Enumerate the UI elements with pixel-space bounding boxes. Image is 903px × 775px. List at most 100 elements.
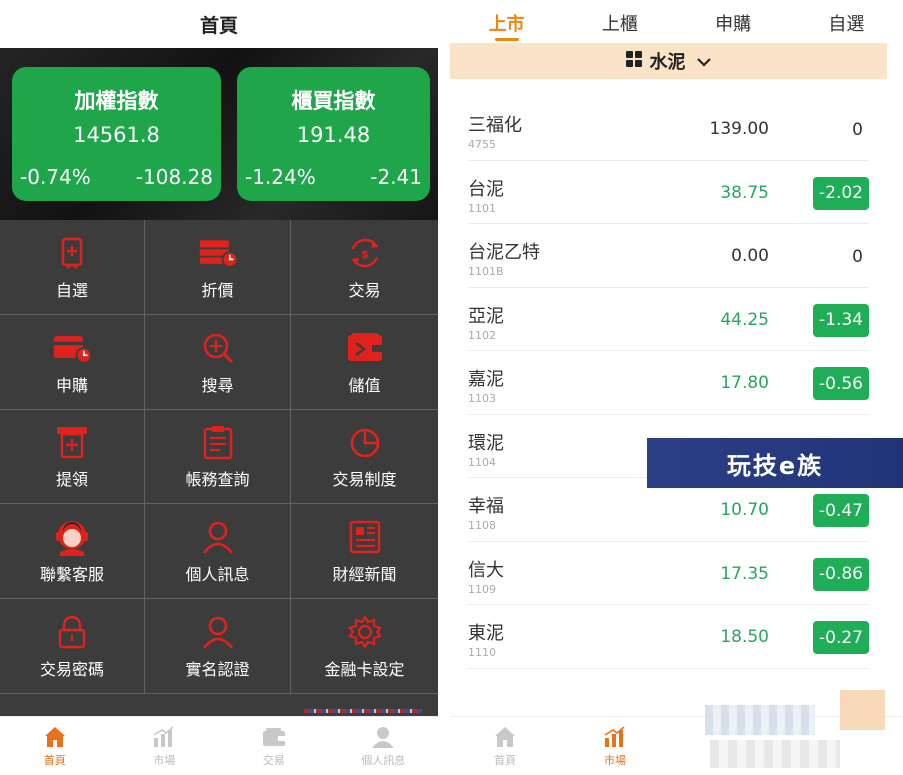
tab-otc[interactable]: 上櫃 bbox=[563, 0, 676, 43]
stock-row[interactable]: 信大 1109 17.35 -0.86 bbox=[468, 542, 869, 605]
stock-price: 17.35 bbox=[720, 563, 769, 584]
menu-item-favorites[interactable]: 自選 bbox=[0, 220, 145, 315]
stock-change-badge: -0.56 bbox=[813, 367, 869, 400]
stock-name: 幸福 bbox=[468, 496, 504, 517]
bar-chart-icon bbox=[151, 724, 177, 750]
menu-item-label: 交易制度 bbox=[332, 470, 397, 490]
menu-item-profile[interactable]: 個人訊息 bbox=[145, 504, 291, 600]
tab-label: 個人訊息 bbox=[361, 754, 406, 767]
menu-item-support[interactable]: 聯繫客服 bbox=[0, 504, 145, 600]
index-card-otc[interactable]: 櫃買指數 191.48 -1.24% -2.41 bbox=[237, 67, 430, 201]
tab-home[interactable]: 首頁 bbox=[0, 717, 110, 775]
stock-change-badge: -0.27 bbox=[813, 621, 869, 654]
ticker-strip bbox=[304, 709, 422, 713]
stock-name: 嘉泥 bbox=[468, 369, 504, 390]
stock-list: 三福化 4755 139.00 0 台泥 1101 38.75 -2.02 台泥乙特 1101B 0… bbox=[468, 97, 869, 669]
menu-item-trade[interactable]: $ 交易 bbox=[291, 220, 438, 315]
menu-item-deposit[interactable]: 儲值 bbox=[291, 315, 438, 410]
tab-home[interactable]: 首頁 bbox=[450, 717, 560, 775]
card-clock-icon bbox=[198, 233, 238, 273]
menu-item-news[interactable]: 財經新聞 bbox=[291, 504, 438, 600]
tab-label: 首頁 bbox=[43, 754, 66, 767]
menu-item-card-settings[interactable]: 金融卡設定 bbox=[291, 599, 438, 694]
menu-item-trade-password[interactable]: 交易密碼 bbox=[0, 599, 145, 694]
wallet-icon bbox=[345, 328, 385, 368]
menu-item-account-query[interactable]: 帳務查詢 bbox=[145, 409, 291, 505]
stock-change-badge: 0 bbox=[852, 119, 863, 140]
tab-profile[interactable]: 個人訊息 bbox=[329, 717, 439, 775]
tab-listed[interactable]: 上市 bbox=[450, 0, 563, 43]
headset-icon bbox=[52, 517, 92, 557]
user-icon bbox=[198, 517, 238, 557]
tab-trade[interactable]: 交易 bbox=[219, 717, 329, 775]
tab-market[interactable]: 市場 bbox=[560, 717, 670, 775]
stock-row[interactable]: 台泥乙特 1101B 0.00 0 bbox=[468, 224, 869, 288]
stock-code: 1108 bbox=[468, 519, 496, 532]
menu-item-subscribe[interactable]: 申購 bbox=[0, 314, 145, 410]
stock-row[interactable]: 台泥 1101 38.75 -2.02 bbox=[468, 161, 869, 224]
menu-item-label: 申購 bbox=[55, 375, 88, 395]
stock-code: 1101B bbox=[468, 265, 504, 278]
category-label: 水泥 bbox=[649, 52, 686, 73]
stock-code: 1109 bbox=[468, 582, 496, 596]
menu-item-label: 提領 bbox=[55, 470, 88, 490]
stock-code: 1103 bbox=[468, 392, 496, 405]
menu-item-verification[interactable]: 實名認證 bbox=[145, 599, 291, 694]
card-clock-icon bbox=[52, 328, 92, 368]
menu-item-label: 自選 bbox=[55, 280, 88, 300]
stock-change-badge: 0 bbox=[852, 246, 863, 267]
menu-item-withdraw[interactable]: 提領 bbox=[0, 409, 145, 505]
menu-item-label: 交易密碼 bbox=[39, 660, 104, 680]
lock-icon bbox=[52, 612, 92, 652]
menu-item-label: 帳務查詢 bbox=[185, 470, 250, 490]
stock-name: 環泥 bbox=[468, 432, 504, 454]
stock-name: 三福化 bbox=[468, 115, 522, 136]
category-selector[interactable]: 水泥 bbox=[450, 43, 887, 79]
menu-item-label: 金融卡設定 bbox=[324, 660, 405, 680]
stock-price: 17.80 bbox=[720, 373, 769, 393]
user-icon bbox=[370, 724, 396, 750]
search-icon bbox=[198, 328, 238, 368]
index-card-taiex[interactable]: 加權指數 14561.8 -0.74% -108.28 bbox=[12, 67, 221, 201]
grid-icon bbox=[625, 50, 642, 72]
stock-row[interactable]: 嘉泥 1103 17.80 -0.56 bbox=[468, 351, 869, 415]
stock-change-badge: -0.47 bbox=[813, 494, 869, 527]
stock-name: 台泥乙特 bbox=[468, 242, 540, 263]
tab-label: 市場 bbox=[604, 754, 626, 767]
menu-item-trade-rules[interactable]: 交易制度 bbox=[291, 410, 438, 505]
stock-price: 18.50 bbox=[720, 627, 769, 647]
menu-item-label: 搜尋 bbox=[201, 375, 234, 395]
stock-row[interactable]: 亞泥 1102 44.25 -1.34 bbox=[468, 288, 869, 351]
tab-watchlist[interactable]: 自選 bbox=[790, 0, 903, 43]
menu-item-discount[interactable]: 折價 bbox=[145, 220, 291, 315]
stock-code: 1102 bbox=[468, 328, 496, 342]
stock-name: 台泥 bbox=[468, 178, 504, 200]
tab-label: 首頁 bbox=[494, 754, 516, 767]
stock-code: 1110 bbox=[468, 646, 496, 659]
bottom-tabbar: 首頁 市場 交易 個人訊息 bbox=[0, 716, 438, 775]
stock-change-badge: -0.86 bbox=[813, 557, 869, 591]
stock-name: 信大 bbox=[468, 559, 504, 581]
atm-icon bbox=[52, 422, 92, 462]
home-icon bbox=[492, 724, 518, 750]
index-change: -2.41 bbox=[370, 165, 422, 189]
stock-code: 4755 bbox=[468, 138, 496, 151]
market-screen: 上市 上櫃 申購 自選 水泥 三福化 4755 139.00 0 台泥 1101 38.75… bbox=[450, 0, 903, 775]
menu-item-search[interactable]: 搜尋 bbox=[145, 314, 291, 410]
stock-row[interactable]: 三福化 4755 139.00 0 bbox=[468, 97, 869, 161]
tab-label: 交易 bbox=[262, 754, 285, 767]
menu-item-label: 儲值 bbox=[348, 375, 381, 395]
blurred-overlay bbox=[705, 705, 815, 735]
stock-code: 1101 bbox=[468, 201, 496, 215]
stock-price: 0.00 bbox=[731, 246, 769, 266]
tab-subscription[interactable]: 申購 bbox=[677, 0, 790, 43]
index-percent: -1.24% bbox=[245, 165, 316, 189]
index-value: 14561.8 bbox=[73, 123, 160, 147]
index-value: 191.48 bbox=[296, 123, 371, 147]
bookmark-icon bbox=[52, 233, 92, 273]
menu-item-label: 折價 bbox=[201, 280, 234, 300]
tab-market[interactable]: 市場 bbox=[110, 717, 220, 775]
stock-row[interactable]: 東泥 1110 18.50 -0.27 bbox=[468, 605, 869, 669]
index-name: 加權指數 bbox=[74, 89, 159, 113]
user-icon bbox=[198, 612, 238, 652]
